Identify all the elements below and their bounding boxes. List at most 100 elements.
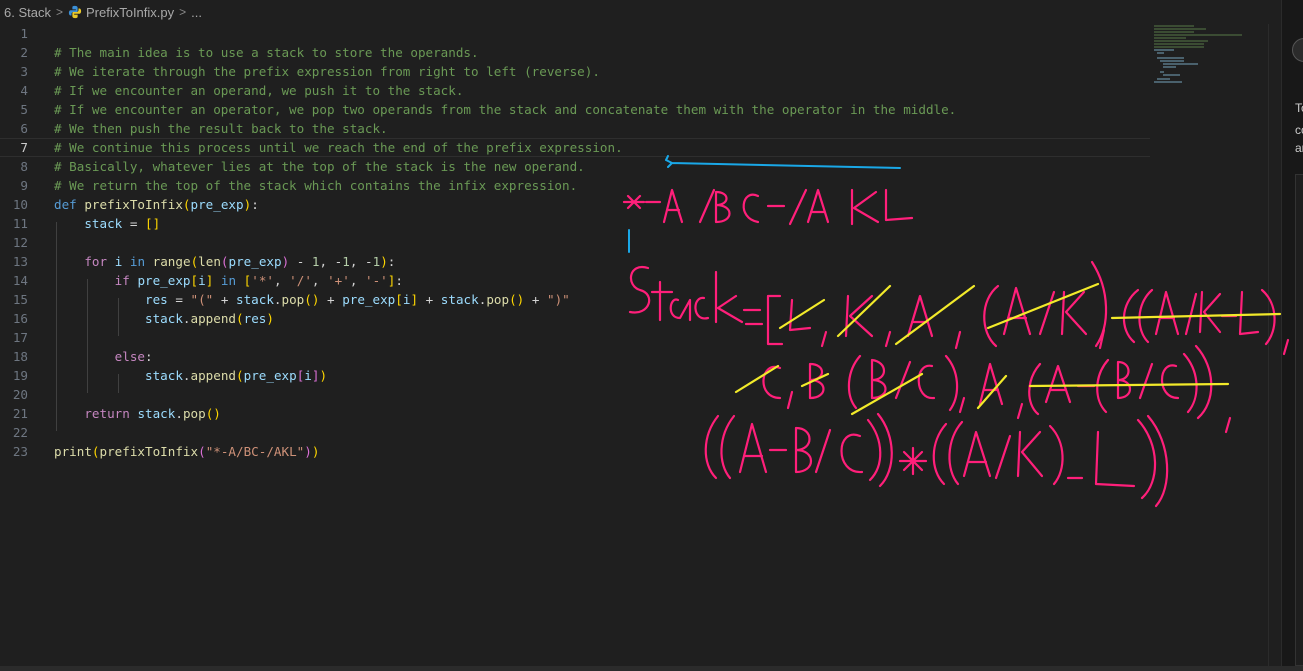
code-token: pop: [281, 292, 305, 307]
code-token: pre_exp: [243, 368, 297, 383]
code-line[interactable]: 11 stack = []: [0, 214, 1150, 233]
code-token: :: [387, 254, 396, 269]
code-line[interactable]: 16 stack.append(res): [0, 309, 1150, 328]
code-token: # We iterate through the prefix expressi…: [54, 64, 600, 79]
code-token: :: [395, 273, 403, 288]
code-token: def: [54, 197, 85, 212]
code-line[interactable]: 10 def prefixToInfix(pre_exp):: [0, 195, 1150, 214]
breadcrumb-file[interactable]: PrefixToInfix.py: [86, 5, 174, 20]
code-token: i: [198, 273, 206, 288]
code-token: ): [304, 444, 312, 459]
line-number: 16: [12, 311, 28, 326]
code-line[interactable]: 22: [0, 423, 1150, 442]
code-token: # If we encounter an operand, we push it…: [54, 83, 464, 98]
code-token: , -: [319, 254, 343, 269]
code-token: '/': [289, 273, 312, 288]
code-token: ): [380, 254, 388, 269]
code-line[interactable]: 12: [0, 233, 1150, 252]
code-line[interactable]: 5 # If we encounter an operator, we pop t…: [0, 100, 1150, 119]
code-line[interactable]: 1: [0, 24, 1150, 43]
code-token: "(": [190, 292, 214, 307]
code-token: (: [220, 254, 229, 269]
code-token: '-': [365, 273, 388, 288]
code-token: +: [213, 292, 236, 307]
panel-text: ar: [1295, 141, 1303, 155]
code-token: # If we encounter an operator, we pop tw…: [54, 102, 957, 117]
panel-text: co: [1295, 123, 1303, 137]
breadcrumb-folder[interactable]: 6. Stack: [4, 5, 51, 20]
code-token: ,: [274, 273, 290, 288]
code-text: stack.append(res): [54, 309, 274, 328]
code-line[interactable]: 21 return stack.pop(): [0, 404, 1150, 423]
minimap[interactable]: [1150, 24, 1268, 84]
code-line[interactable]: 7 # We continue this process until we rea…: [0, 138, 1150, 157]
code-token: [: [190, 273, 199, 288]
code-line[interactable]: 15 res = "(" + stack.pop() + pre_exp[i] …: [0, 290, 1150, 309]
code-line[interactable]: 8 # Basically, whatever lies at the top o…: [0, 157, 1150, 176]
code-line[interactable]: 3 # We iterate through the prefix express…: [0, 62, 1150, 81]
code-token: "*-A/BC-/AKL": [205, 444, 305, 459]
code-line[interactable]: 23 print(prefixToInfix("*-A/BC-/AKL")): [0, 442, 1150, 461]
vertical-scrollbar[interactable]: [1268, 24, 1281, 667]
line-number: 1: [20, 26, 28, 41]
panel-input-box[interactable]: [1295, 174, 1303, 666]
code-line[interactable]: 13 for i in range(len(pre_exp) - 1, -1, …: [0, 252, 1150, 271]
line-number: 23: [12, 444, 28, 459]
code-token: pre_exp: [137, 273, 191, 288]
code-editor[interactable]: 1 2 # The main idea is to use a stack to s…: [0, 24, 1280, 667]
code-text: # Basically, whatever lies at the top of…: [54, 157, 585, 176]
code-token: for: [84, 254, 108, 269]
code-token: pre_exp: [228, 254, 282, 269]
code-line[interactable]: 4 # If we encounter an operand, we push i…: [0, 81, 1150, 100]
code-line[interactable]: 17: [0, 328, 1150, 347]
code-token: stack: [440, 292, 479, 307]
code-token: stack: [236, 292, 274, 307]
line-number: 4: [20, 83, 28, 98]
code-token: (: [236, 311, 244, 326]
code-token: ): [311, 444, 320, 459]
side-panel: To co ar: [1281, 0, 1303, 671]
code-text: for i in range(len(pre_exp) - 1, -1, -1)…: [54, 252, 395, 271]
code-token: .: [175, 406, 183, 421]
code-text: # If we encounter an operand, we push it…: [54, 81, 463, 100]
code-token: # We return the top of the stack which c…: [54, 178, 578, 193]
code-line[interactable]: 9 # We return the top of the stack which …: [0, 176, 1150, 195]
code-token: if: [114, 273, 130, 288]
code-token: (: [91, 444, 100, 459]
breadcrumb-symbol[interactable]: ...: [191, 5, 202, 20]
code-line[interactable]: 18 else:: [0, 347, 1150, 366]
code-line[interactable]: 14 if pre_exp[i] in ['*', '/', '+', '-']…: [0, 271, 1150, 290]
code-token: (): [205, 406, 221, 421]
code-token: # We continue this process until we reac…: [54, 140, 623, 155]
code-text: stack.append(pre_exp[i]): [54, 366, 327, 385]
code-token: .: [182, 311, 191, 326]
code-token: in: [129, 254, 146, 269]
code-token: # We then push the result back to the st…: [54, 121, 388, 136]
code-text: return stack.pop(): [54, 404, 221, 423]
code-token: ")": [546, 292, 570, 307]
code-token: prefixToInfix: [84, 197, 183, 212]
code-text: # The main idea is to use a stack to sto…: [54, 43, 479, 62]
code-token: .: [273, 292, 282, 307]
code-line[interactable]: 6 # We then push the result back to the s…: [0, 119, 1150, 138]
avatar-icon[interactable]: [1292, 38, 1303, 62]
code-token: []: [145, 216, 161, 231]
code-token: :: [251, 197, 259, 212]
code-token: stack: [137, 406, 176, 421]
code-token: (): [509, 292, 525, 307]
code-token: i: [304, 368, 312, 383]
code-line[interactable]: 19 stack.append(pre_exp[i]): [0, 366, 1150, 385]
chevron-right-icon: >: [55, 5, 63, 19]
code-token: 1: [311, 254, 320, 269]
line-number: 12: [12, 235, 28, 250]
code-line[interactable]: 2 # The main idea is to use a stack to st…: [0, 43, 1150, 62]
code-line[interactable]: 20: [0, 385, 1150, 404]
code-token: pop: [486, 292, 510, 307]
code-token: ,: [311, 273, 328, 288]
chevron-right-icon: >: [179, 5, 187, 19]
